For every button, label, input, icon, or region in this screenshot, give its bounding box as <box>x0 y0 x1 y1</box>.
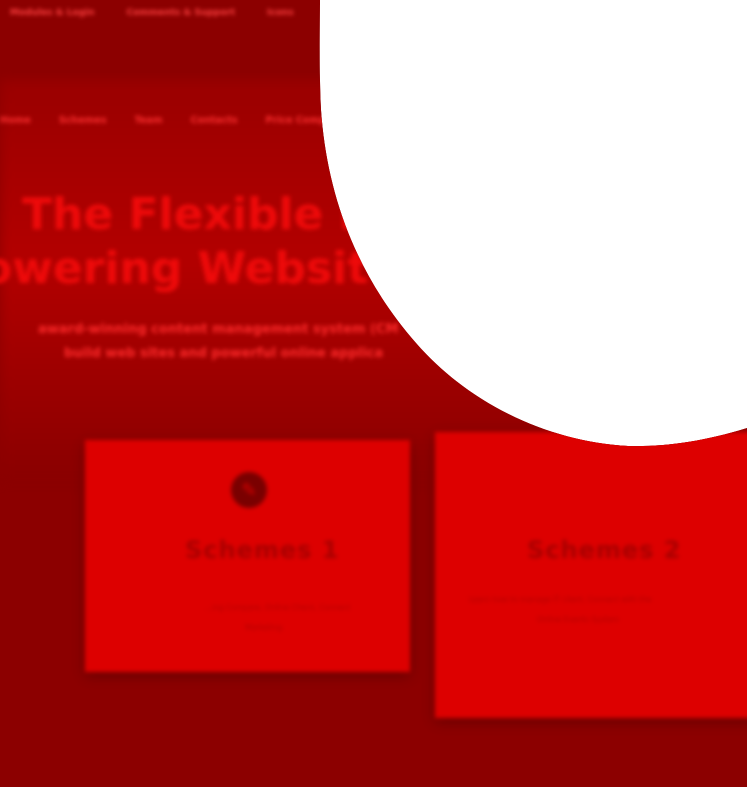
hero-title-line-2: owering Websit <box>0 243 369 294</box>
top-nav-item[interactable]: Modules & Login <box>10 8 95 28</box>
card-title: Schemes 1 <box>185 536 340 564</box>
card-text-line-2: Marketing <box>245 623 283 632</box>
main-navigation: Home Schemes Team Contacts Price Compare <box>0 115 344 126</box>
card-text-line-1: Learn how to manage IT client, Connect w… <box>469 595 652 604</box>
top-nav-item[interactable]: Comments & Support <box>127 8 236 28</box>
hero-lead-line-2: build web sites and powerful online appl… <box>64 346 384 361</box>
card-title: Schemes 2 <box>527 536 682 564</box>
main-nav-item[interactable]: Home <box>0 115 31 126</box>
main-nav-item[interactable]: Schemes <box>59 115 107 126</box>
main-nav-item[interactable]: Contacts <box>191 115 238 126</box>
scheme-card-2[interactable]: Schemes 2 Learn how to manage IT client,… <box>435 432 747 718</box>
top-navigation: Modules & Login Comments & Support Icons <box>0 8 294 28</box>
pencil-icon: ✎ <box>231 472 267 508</box>
card-text-line-2: Online Events System <box>537 615 620 624</box>
top-nav-item[interactable]: Icons <box>267 8 294 28</box>
main-nav-item[interactable]: Team <box>135 115 163 126</box>
hero-lead-line-1: award-winning content management system … <box>38 322 399 337</box>
card-text-line-1: ...ing Compare, Online Check, Connect <box>205 603 351 612</box>
scheme-card-1[interactable]: ✎ Schemes 1 ...ing Compare, Online Check… <box>85 440 410 672</box>
